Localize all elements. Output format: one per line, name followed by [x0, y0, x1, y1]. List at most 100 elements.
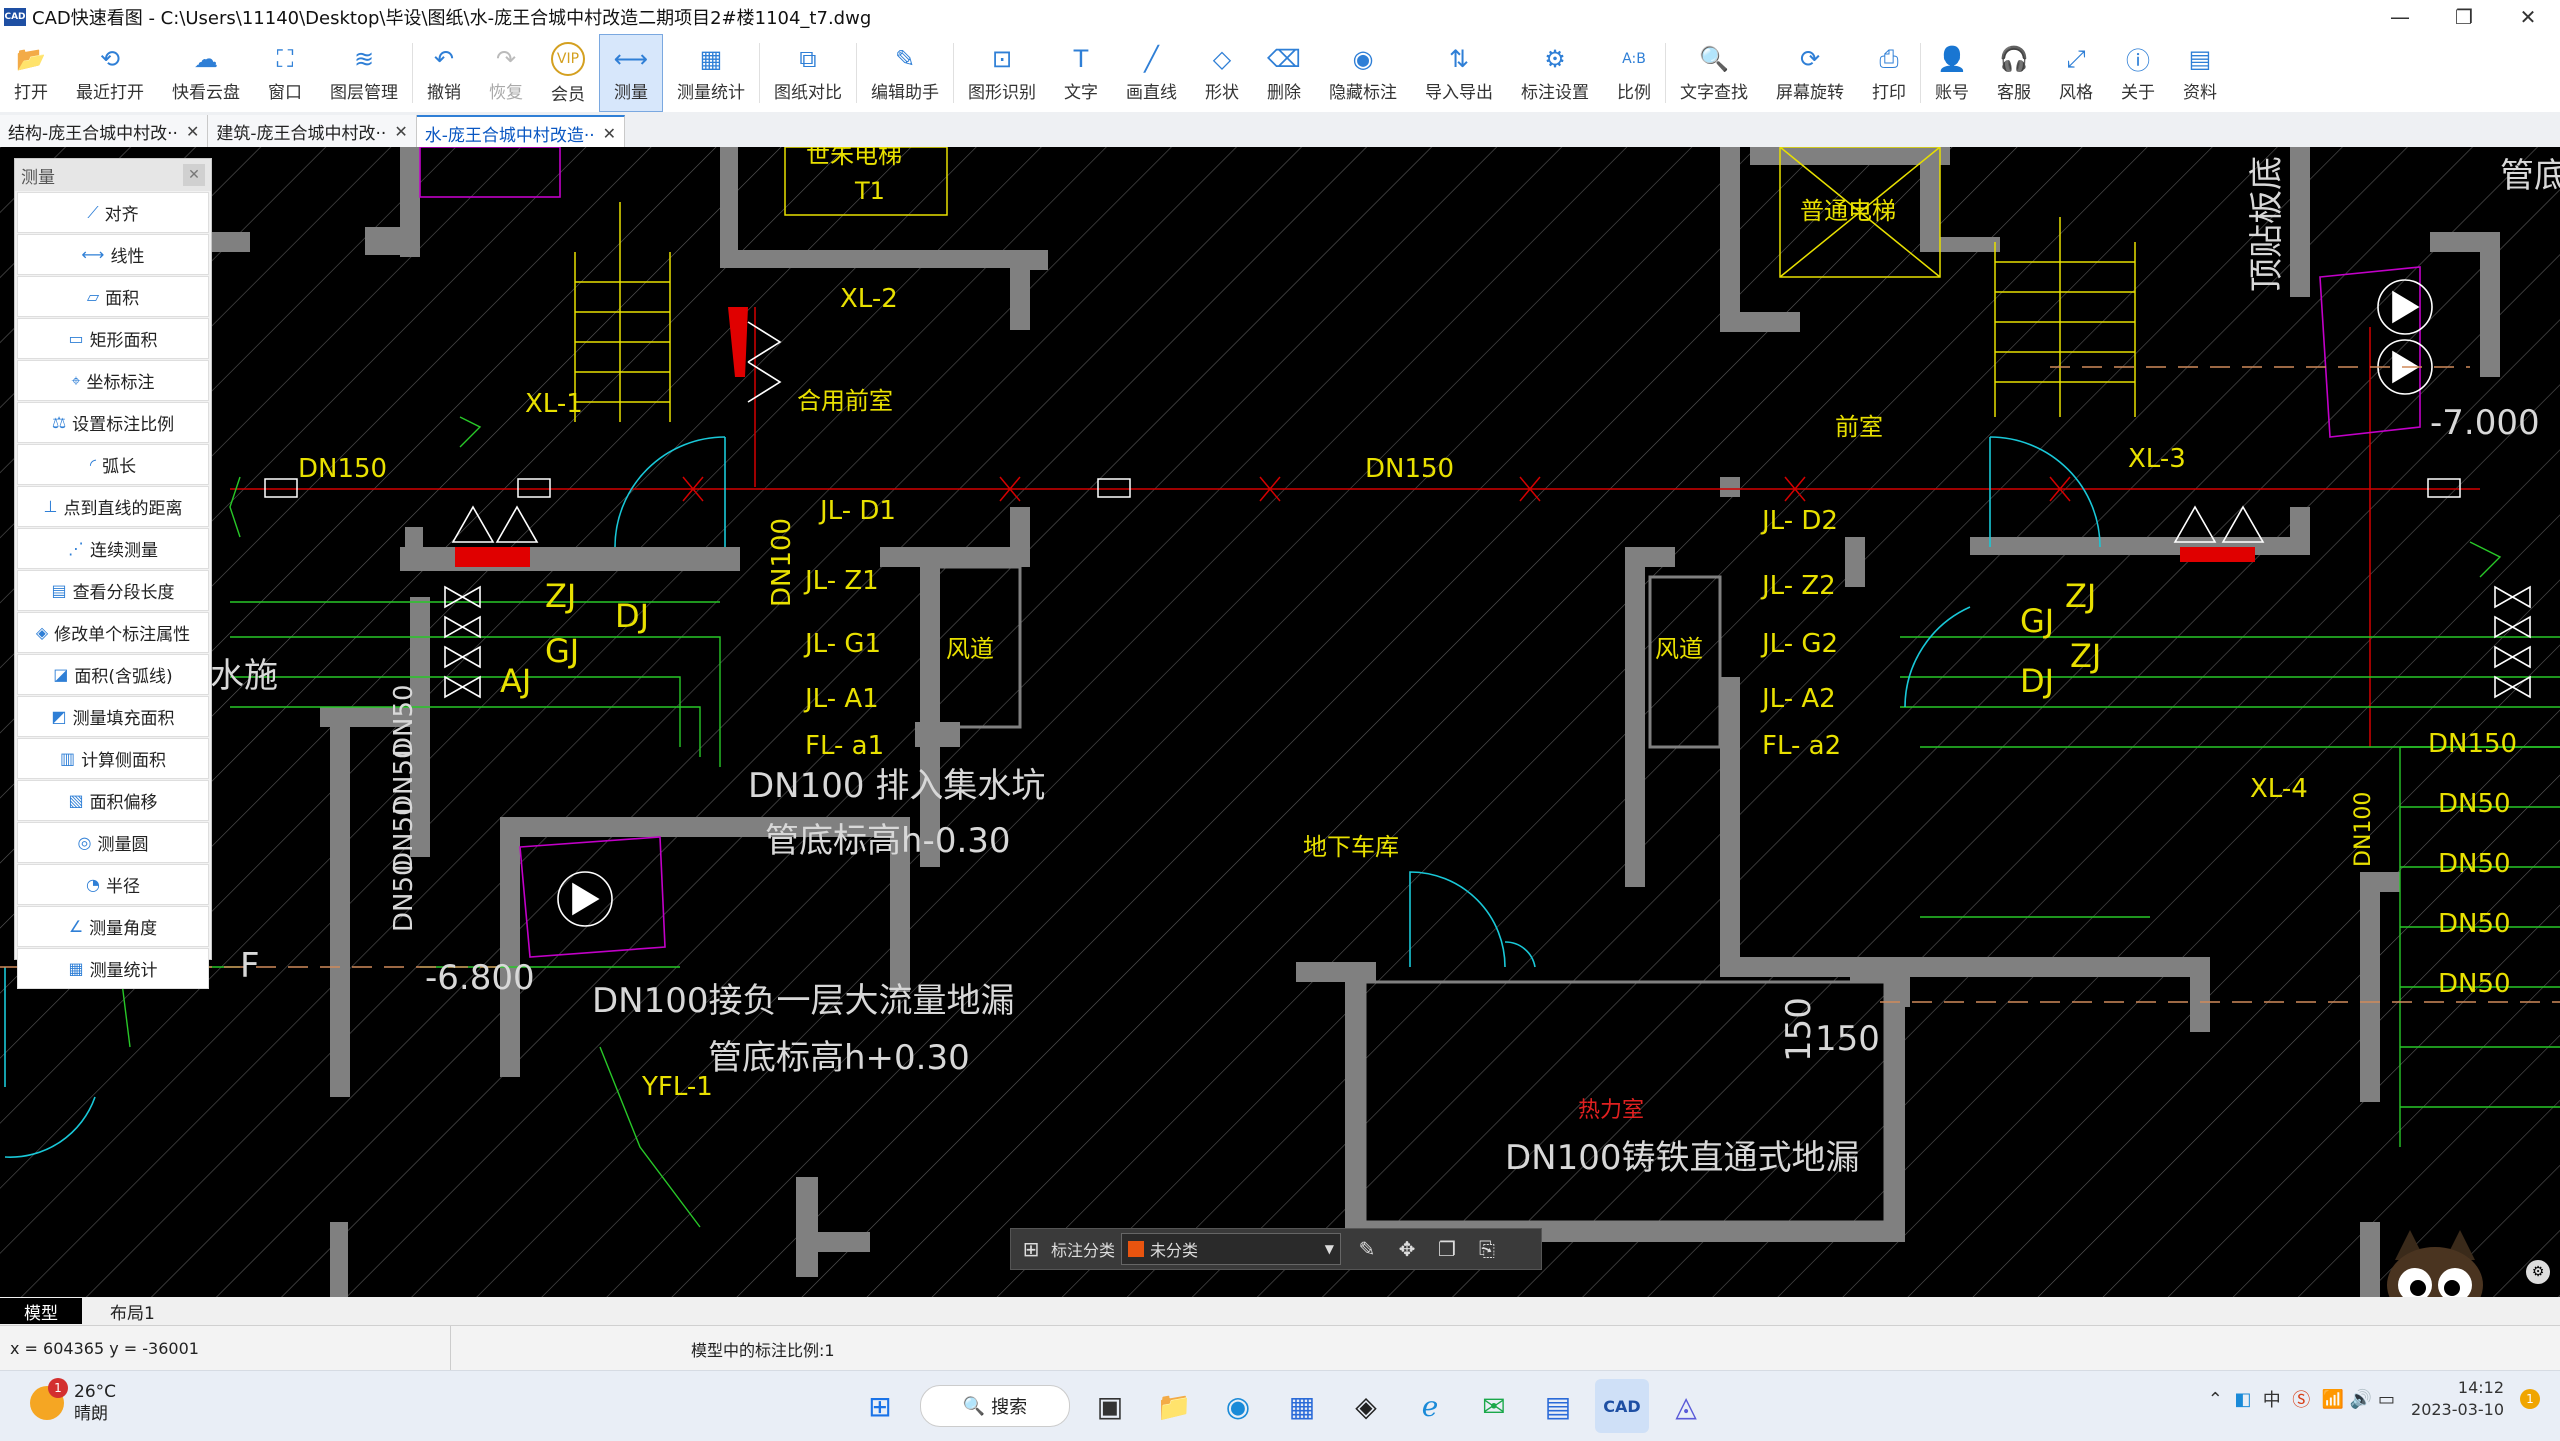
task-view-icon[interactable]: ▣ — [1083, 1379, 1137, 1433]
measure-tool-item[interactable]: ⋰ 连续测量 — [17, 528, 209, 569]
measure-tool-item[interactable]: ▱ 面积 — [17, 276, 209, 317]
search-box[interactable]: 🔍 搜索 — [920, 1385, 1070, 1427]
tab-model[interactable]: 模型 — [0, 1298, 82, 1324]
toolbar-folder-open-button[interactable]: 📂 打开 — [0, 34, 62, 112]
tab-architecture[interactable]: 建筑-庞王合城中村改·· ✕ — [208, 115, 417, 147]
toolbar-style-button[interactable]: ⤢ 风格 — [2045, 34, 2107, 112]
drawing-canvas[interactable]: XL-2 XL-1 XL-3 XL-4 DN150 DN150 JL- D1 J… — [0, 147, 2560, 1297]
wechat-icon[interactable]: ✉ — [1467, 1379, 1521, 1433]
minimize-button[interactable]: — — [2368, 0, 2432, 34]
toolbar-vip-button[interactable]: VIP 会员 — [537, 34, 599, 112]
measure-tool-item[interactable]: ∠ 测量角度 — [17, 906, 209, 947]
drawing-label: 顶贴板底 — [2247, 156, 2287, 292]
measure-tool-item[interactable]: ⟋ 对齐 — [17, 192, 209, 233]
notes-app-icon[interactable]: ▤ — [1531, 1379, 1585, 1433]
measure-tool-item[interactable]: ▦ 测量统计 — [17, 948, 209, 989]
toolbar-ruler-button[interactable]: ⟷ 测量 — [599, 34, 663, 112]
measure-tool-item[interactable]: ◎ 测量圆 — [17, 822, 209, 863]
windows-start-icon[interactable]: ⊞ — [853, 1379, 907, 1433]
toolbar-print-button[interactable]: ⎙ 打印 — [1858, 34, 1920, 112]
measure-tool-item[interactable]: ▥ 计算侧面积 — [17, 738, 209, 779]
measure-tool-item[interactable]: ◪ 面积(含弧线) — [17, 654, 209, 695]
notification-badge[interactable]: 1 — [2520, 1389, 2540, 1409]
drawing-label: 150 — [1815, 1019, 1880, 1059]
toolbar-history-button[interactable]: ⟲ 最近打开 — [62, 34, 158, 112]
mascot-option-icon[interactable]: ⚙ — [2526, 1260, 2550, 1284]
tray-app-icon[interactable]: Ⓢ — [2292, 1386, 2310, 1412]
cad-app-icon[interactable]: CAD — [1595, 1379, 1649, 1433]
measure-tool-item[interactable]: ◔ 半径 — [17, 864, 209, 905]
toolbar-measure-stats-button[interactable]: ▦ 测量统计 — [663, 34, 759, 112]
toolbar-docs-button[interactable]: ▤ 资料 — [2169, 34, 2231, 112]
toolbar-eraser-button[interactable]: ⌫ 删除 — [1253, 34, 1315, 112]
toolbar-shape-button[interactable]: ◇ 形状 — [1191, 34, 1253, 112]
wifi-icon[interactable]: 📶 — [2322, 1389, 2344, 1410]
toolbar-layers-button[interactable]: ≋ 图层管理 — [316, 34, 412, 112]
ime-indicator[interactable]: 中 — [2263, 1386, 2281, 1412]
close-tab-icon[interactable]: ✕ — [394, 122, 407, 141]
toolbar-account-button[interactable]: 👤 账号 — [1921, 34, 1983, 112]
ie-browser-icon[interactable]: ℯ — [1403, 1379, 1457, 1433]
toolbar-cloud-button[interactable]: ☁ 快看云盘 — [158, 34, 254, 112]
search-label: 搜索 — [991, 1397, 1028, 1418]
weather-widget[interactable]: 1 26°C 晴朗 — [30, 1378, 116, 1425]
close-tab-icon[interactable]: ✕ — [186, 122, 199, 141]
edge-browser-icon[interactable]: ◉ — [1211, 1379, 1265, 1433]
category-select[interactable]: 未分类 ▼ — [1121, 1233, 1342, 1265]
chevron-up-icon[interactable]: ⌃ — [2208, 1389, 2223, 1410]
toolbar-scale-button[interactable]: A:B 比例 — [1603, 34, 1665, 112]
volume-icon[interactable]: 🔊 — [2350, 1389, 2372, 1410]
close-tab-icon[interactable]: ✕ — [603, 124, 616, 143]
toolbar-info-button[interactable]: ⓘ 关于 — [2107, 34, 2169, 112]
toolbar-undo-button[interactable]: ↶ 撤销 — [413, 34, 475, 112]
copy-icon[interactable]: ❐ — [1427, 1229, 1467, 1269]
paste-icon[interactable]: ⎘ — [1467, 1229, 1507, 1269]
toolbar-text-button[interactable]: T 文字 — [1050, 34, 1112, 112]
app-launcher-icon[interactable]: ◬ — [1659, 1379, 1713, 1433]
measure-tool-icon: ⋰ — [68, 539, 84, 558]
compare-icon: ⧉ — [799, 44, 817, 73]
toolbar-import-export-button[interactable]: ⇅ 导入导出 — [1411, 34, 1507, 112]
unity-icon[interactable]: ◈ — [1339, 1379, 1393, 1433]
measure-tool-item[interactable]: ◜ 弧长 — [17, 444, 209, 485]
measure-tool-item[interactable]: ⌖ 坐标标注 — [17, 360, 209, 401]
drawing-label: 管底 — [2500, 156, 2560, 196]
tab-water[interactable]: 水-庞王合城中村改造·· ✕ — [416, 115, 626, 149]
maximize-button[interactable]: ❐ — [2432, 0, 2496, 34]
file-explorer-icon[interactable]: 📁 — [1147, 1379, 1201, 1433]
toolbar-edit-assistant-button[interactable]: ✎ 编辑助手 — [857, 34, 953, 112]
annotation-scale: 模型中的标注比例:1 — [691, 1340, 835, 1360]
measure-tool-item[interactable]: ▧ 面积偏移 — [17, 780, 209, 821]
measure-tool-item[interactable]: ▭ 矩形面积 — [17, 318, 209, 359]
search-icon: 🔍 — [962, 1395, 986, 1417]
edit-icon[interactable]: ✎ — [1347, 1229, 1387, 1269]
toolbar-line-button[interactable]: ╱ 画直线 — [1112, 34, 1191, 112]
measure-tool-item[interactable]: ◈ 修改单个标注属性 — [17, 612, 209, 653]
close-button[interactable]: ✕ — [2496, 0, 2560, 34]
toolbar-redo-button[interactable]: ↷ 恢复 — [475, 34, 537, 112]
tray-app-icon[interactable]: ◧ — [2234, 1389, 2251, 1410]
rotate-icon: ⟳ — [1799, 44, 1821, 73]
toolbar-hide-button[interactable]: ◉ 隐藏标注 — [1315, 34, 1411, 112]
move-icon[interactable]: ✥ — [1387, 1229, 1427, 1269]
toolbar-rotate-button[interactable]: ⟳ 屏幕旋转 — [1762, 34, 1858, 112]
clock[interactable]: 14:12 2023-03-10 — [2411, 1377, 2504, 1421]
close-icon[interactable]: ✕ — [183, 164, 205, 186]
edit-assistant-icon: ✎ — [894, 44, 916, 73]
measure-tool-item[interactable]: ⚖ 设置标注比例 — [17, 402, 209, 443]
toolbar-compare-button[interactable]: ⧉ 图纸对比 — [760, 34, 856, 112]
toolbar-headset-button[interactable]: 🎧 客服 — [1983, 34, 2045, 112]
measure-tool-item[interactable]: ▤ 查看分段长度 — [17, 570, 209, 611]
measure-tool-item[interactable]: ◩ 测量填充面积 — [17, 696, 209, 737]
grid-icon[interactable]: ⊞ — [1011, 1229, 1051, 1269]
toolbar-window-button[interactable]: ⛶ 窗口 — [254, 34, 316, 112]
toolbar-annotation-settings-button[interactable]: ⚙ 标注设置 — [1507, 34, 1603, 112]
toolbar-shape-recognition-button[interactable]: ⊡ 图形识别 — [954, 34, 1050, 112]
measure-tool-item[interactable]: ⟷ 线性 — [17, 234, 209, 275]
measure-tool-item[interactable]: ⊥ 点到直线的距离 — [17, 486, 209, 527]
tab-structure[interactable]: 结构-庞王合城中村改·· ✕ — [0, 115, 209, 147]
tab-layout1[interactable]: 布局1 — [86, 1298, 179, 1324]
toolbar-text-search-button[interactable]: 🔍 文字查找 — [1666, 34, 1762, 112]
store-icon[interactable]: ▦ — [1275, 1379, 1329, 1433]
battery-icon[interactable]: ▭ — [2378, 1389, 2395, 1410]
